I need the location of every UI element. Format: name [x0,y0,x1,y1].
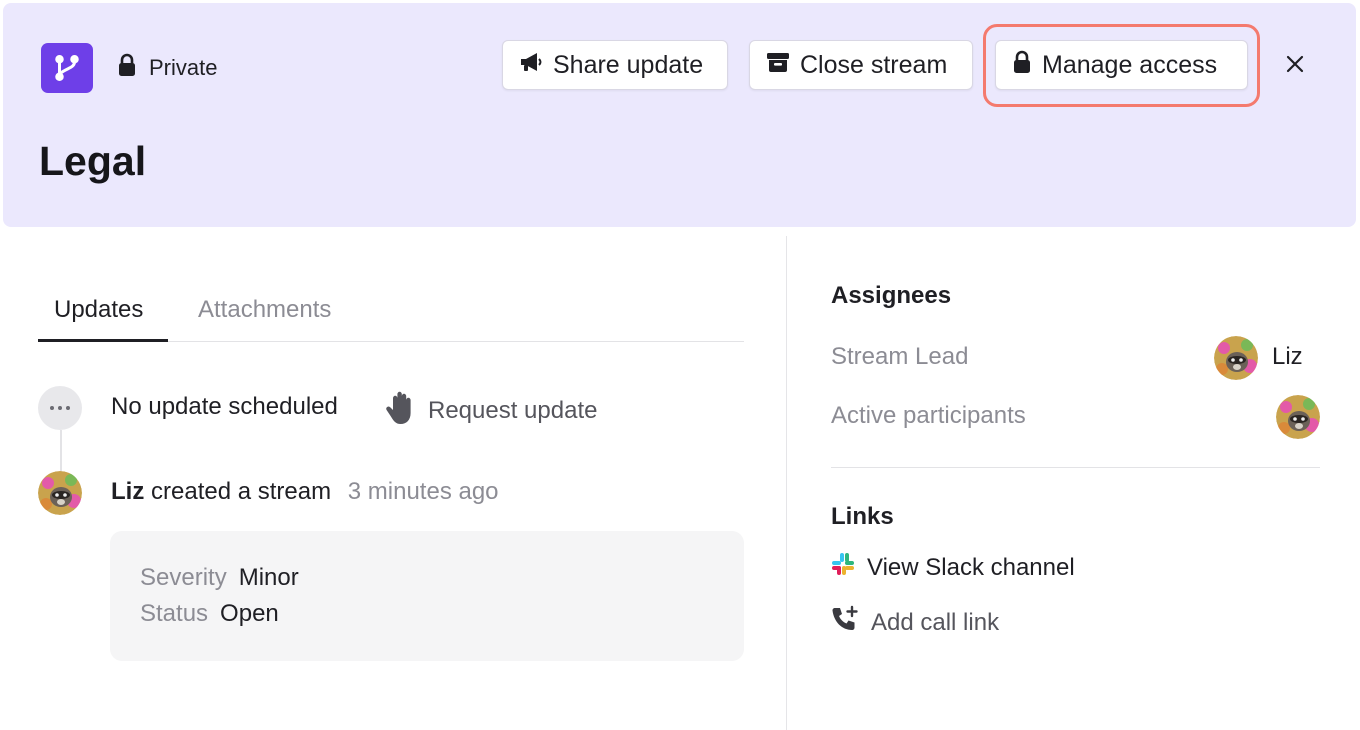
hand-icon [384,390,418,431]
view-slack-channel-link[interactable]: View Slack channel [831,552,1075,583]
more-icon [38,386,82,430]
phone-plus-icon [831,605,859,640]
archive-icon [766,51,790,80]
stream-details-card: Severity Minor Status Open [110,531,744,661]
manage-access-button[interactable]: Manage access [995,40,1248,90]
close-icon[interactable] [1281,50,1309,78]
event-user[interactable]: Liz [111,478,144,505]
stream-created-event: Liz created a stream 3 minutes ago [111,478,499,506]
megaphone-icon [519,51,543,80]
view-slack-channel-label: View Slack channel [867,553,1075,581]
stream-header: Private Share update Close stream Manage… [3,3,1356,227]
column-divider [786,236,787,730]
stream-lead-name[interactable]: Liz [1272,343,1303,371]
links-heading: Links [831,503,894,530]
timeline-connector [60,430,62,474]
event-action: created a stream [151,478,332,505]
active-participants-label: Active participants [831,402,1026,429]
lock-icon [1012,50,1032,81]
assignees-heading: Assignees [831,282,952,309]
active-tab-indicator [38,339,168,342]
add-call-link-label: Add call link [871,608,1000,636]
tab-updates[interactable]: Updates [54,296,143,324]
tab-attachments[interactable]: Attachments [198,296,331,324]
detail-severity: Severity Minor [140,564,299,592]
close-stream-label: Close stream [800,50,948,79]
lock-icon [117,53,137,82]
request-update-button[interactable]: Request update [384,390,597,431]
privacy-indicator: Private [117,53,217,82]
avatar[interactable] [1214,336,1258,380]
event-timestamp: 3 minutes ago [347,478,499,505]
request-update-label: Request update [428,396,598,424]
sidebar-divider [831,467,1320,468]
stream-lead-label: Stream Lead [831,343,969,370]
detail-value: Open [220,600,279,627]
share-update-button[interactable]: Share update [502,40,728,90]
manage-access-label: Manage access [1042,50,1218,79]
no-update-text: No update scheduled [111,393,338,420]
privacy-label: Private [149,54,218,80]
detail-key: Status [140,600,209,627]
page-title: Legal [39,138,147,184]
branch-icon [41,43,93,93]
slack-icon [831,552,855,583]
detail-value: Minor [238,564,299,591]
avatar [38,471,82,515]
detail-status: Status Open [140,600,279,628]
share-update-label: Share update [553,50,704,79]
close-stream-button[interactable]: Close stream [749,40,973,90]
detail-key: Severity [140,564,227,591]
avatar[interactable] [1276,395,1320,439]
tab-bar: Updates Attachments [38,292,744,342]
add-call-link-button[interactable]: Add call link [831,605,999,640]
